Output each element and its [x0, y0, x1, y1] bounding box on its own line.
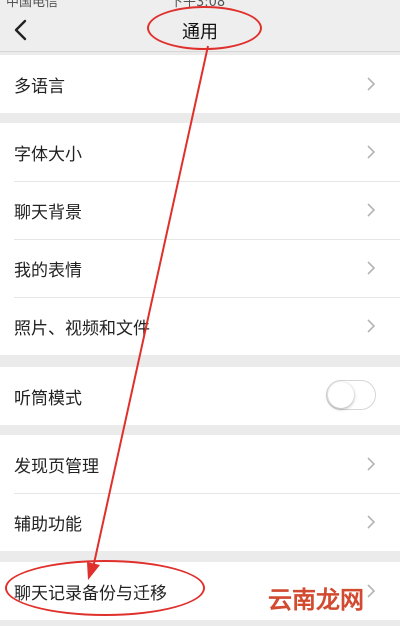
annotation-arrow-icon: [87, 45, 209, 580]
watermark-text: 云南龙网: [268, 586, 364, 614]
